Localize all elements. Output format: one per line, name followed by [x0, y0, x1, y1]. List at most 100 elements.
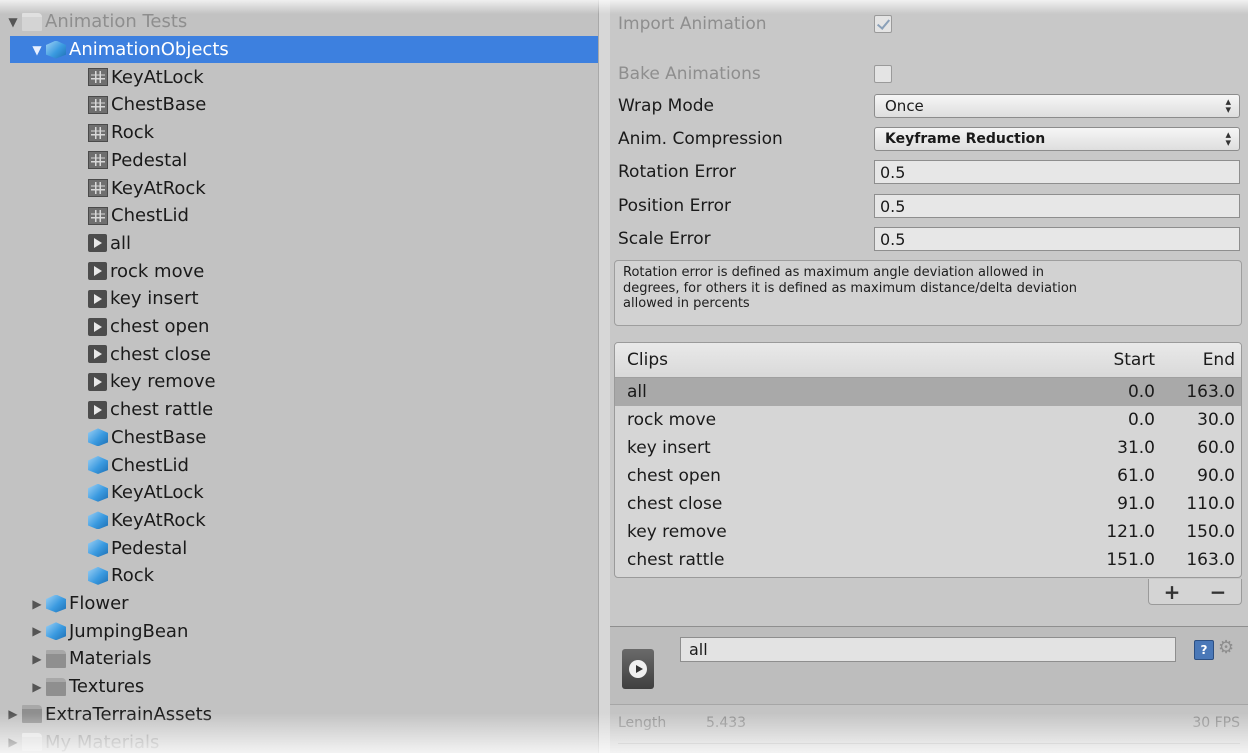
length-label: Length: [618, 715, 667, 731]
tree-item-label: ChestBase: [111, 94, 207, 116]
tree-item[interactable]: ▶ Materials: [0, 645, 598, 673]
play-button[interactable]: [622, 649, 654, 689]
tree-item-label: KeyAtLock: [111, 66, 204, 88]
collapse-arrow-icon[interactable]: ▶: [4, 707, 22, 721]
tree-item-label: chest close: [110, 343, 211, 365]
tree-item[interactable]: rock move: [0, 257, 598, 285]
clip-end: 90.0: [1197, 466, 1235, 486]
collapse-arrow-icon[interactable]: ▶: [28, 680, 46, 694]
tree-item[interactable]: KeyAtRock: [0, 507, 598, 535]
tree-item-label: Animation Tests: [45, 11, 188, 33]
tree-item[interactable]: ▶ Textures: [0, 673, 598, 701]
prefab-icon: [88, 483, 108, 502]
scale-error-field[interactable]: 0.5: [874, 227, 1240, 251]
fps-label: 30 FPS: [1192, 715, 1240, 731]
position-error-field[interactable]: 0.5: [874, 194, 1240, 218]
position-error-row: Position Error: [618, 192, 874, 220]
tree-item[interactable]: Pedestal: [0, 534, 598, 562]
prefab-icon: [46, 40, 66, 59]
clip-start: 31.0: [1117, 438, 1155, 458]
scale-error-label: Scale Error: [618, 229, 711, 249]
prefab-icon: [88, 539, 108, 558]
tree-item[interactable]: ▶ ExtraTerrainAssets: [0, 701, 598, 729]
animation-clip-icon: [88, 234, 107, 253]
clip-start: 0.0: [1127, 410, 1155, 430]
remove-clip-button[interactable]: −: [1210, 580, 1227, 604]
tree-item[interactable]: ▼ Animation Tests: [0, 8, 598, 36]
prefab-icon: [88, 511, 108, 530]
prefab-icon: [46, 622, 66, 641]
collapse-arrow-icon[interactable]: ▶: [4, 735, 22, 749]
clip-row[interactable]: chest close 91.0 110.0: [615, 490, 1241, 518]
tree-item-label: chest rattle: [110, 399, 214, 421]
collapse-arrow-icon[interactable]: ▶: [28, 652, 46, 666]
tree-item[interactable]: ▶ Flower: [0, 590, 598, 618]
import-animation-checkbox[interactable]: [874, 15, 892, 33]
tree-item-label: KeyAtRock: [111, 177, 206, 199]
tree-item[interactable]: ▶ My Materials: [0, 728, 598, 753]
tree-item[interactable]: ChestLid: [0, 451, 598, 479]
scale-error-row: Scale Error: [618, 225, 874, 253]
tree-item[interactable]: ChestLid: [0, 202, 598, 230]
mesh-icon: [88, 68, 108, 87]
panel-divider[interactable]: [598, 0, 610, 753]
anim-compression-value: Keyframe Reduction: [885, 131, 1046, 147]
tree-item[interactable]: Rock: [0, 119, 598, 147]
timeline-ruler[interactable]: [618, 743, 1240, 753]
expand-arrow-icon[interactable]: ▼: [4, 15, 22, 29]
expand-arrow-icon[interactable]: ▼: [28, 43, 46, 57]
wrap-mode-dropdown[interactable]: Once ▴ ▾: [874, 94, 1240, 118]
animation-clip-icon: [88, 372, 107, 391]
tree-item-label: Textures: [69, 676, 145, 698]
tree-item[interactable]: ChestBase: [0, 91, 598, 119]
mesh-icon: [88, 95, 108, 114]
tree-item[interactable]: ▼ AnimationObjects: [10, 35, 598, 64]
animation-clip-icon: [88, 317, 107, 336]
folder-icon: [46, 649, 66, 668]
anim-compression-label: Anim. Compression: [618, 129, 783, 149]
tree-item-label: KeyAtRock: [111, 509, 206, 531]
tree-item[interactable]: KeyAtLock: [0, 63, 598, 91]
length-value: 5.433: [706, 715, 747, 731]
collapse-arrow-icon[interactable]: ▶: [28, 624, 46, 638]
tree-item[interactable]: chest open: [0, 313, 598, 341]
animation-preview-bar: all ? ⚙: [610, 626, 1248, 704]
animation-clip-icon: [88, 345, 107, 364]
tree-item-label: Rock: [111, 565, 155, 587]
clip-name-field[interactable]: all: [680, 637, 1176, 662]
clip-row[interactable]: chest rattle 151.0 163.0: [615, 546, 1241, 574]
anim-compression-dropdown[interactable]: Keyframe Reduction ▴ ▾: [874, 127, 1240, 151]
tree-item[interactable]: chest rattle: [0, 396, 598, 424]
clip-row[interactable]: rock move 0.0 30.0: [615, 406, 1241, 434]
bake-animations-checkbox[interactable]: [874, 65, 892, 83]
tree-item[interactable]: key remove: [0, 368, 598, 396]
tree-item[interactable]: chest close: [0, 340, 598, 368]
prefab-icon: [46, 594, 66, 613]
gear-icon[interactable]: ⚙: [1218, 637, 1234, 658]
collapse-arrow-icon[interactable]: ▶: [28, 597, 46, 611]
tree-item[interactable]: key insert: [0, 285, 598, 313]
add-clip-button[interactable]: +: [1164, 580, 1181, 604]
bake-animations-row: Bake Animations: [618, 60, 892, 88]
import-animation-row: Import Animation: [618, 10, 892, 38]
tree-item[interactable]: Rock: [0, 562, 598, 590]
clip-row[interactable]: key insert 31.0 60.0: [615, 434, 1241, 462]
tree-item-label: ChestLid: [111, 454, 189, 476]
clip-row[interactable]: key remove 121.0 150.0: [615, 518, 1241, 546]
tree-item-label: Rock: [111, 122, 155, 144]
wrap-mode-value: Once: [885, 97, 924, 115]
tree-item[interactable]: ChestBase: [0, 424, 598, 452]
clip-row[interactable]: all 0.0 163.0: [615, 378, 1241, 406]
tree-item[interactable]: KeyAtRock: [0, 174, 598, 202]
mesh-icon: [88, 123, 108, 142]
clip-end: 163.0: [1186, 550, 1235, 570]
tree-item[interactable]: ▶ JumpingBean: [0, 617, 598, 645]
tree-item[interactable]: KeyAtLock: [0, 479, 598, 507]
tree-item[interactable]: Pedestal: [0, 147, 598, 175]
tree-item[interactable]: all: [0, 230, 598, 258]
help-icon[interactable]: ?: [1194, 640, 1214, 660]
rotation-error-field[interactable]: 0.5: [874, 160, 1240, 184]
rotation-error-row: Rotation Error: [618, 158, 874, 186]
clip-row[interactable]: chest open 61.0 90.0: [615, 462, 1241, 490]
clips-header-name: Clips: [627, 350, 668, 370]
